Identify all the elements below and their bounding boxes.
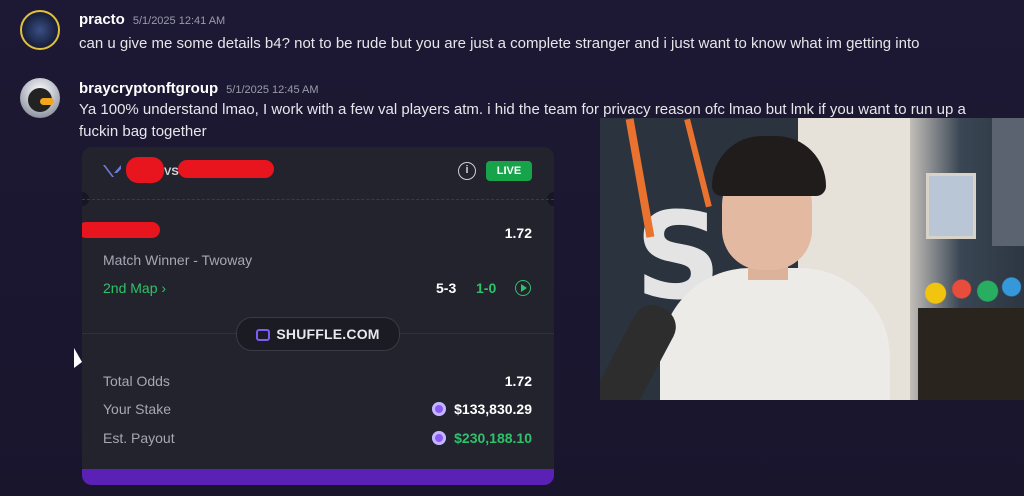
wall-picture-frame [926,173,976,239]
payout-value: $230,188.10 [432,430,532,446]
shuffle-logo-icon [256,329,271,341]
redacted-team-a [126,157,164,183]
dashed-divider [82,199,554,200]
bet-slip-image[interactable]: VS i LIVE 1.72 Match Winner - Twoway 2nd… [82,147,554,485]
bet-slip-header: VS i LIVE [82,147,554,199]
vs-label: VS [164,166,179,178]
market-name: Match Winner - Twoway [103,252,253,268]
coin-icon [432,431,447,445]
timestamp: 5/1/2025 12:45 AM [226,84,319,96]
figurine-shelf [920,268,1024,310]
coin-icon [432,402,447,416]
message-practo: practo 5/1/2025 12:41 AM can u give me so… [0,0,1024,70]
round-score: 5-3 [436,280,457,296]
username[interactable]: braycryptonftgroup 5/1/2025 12:45 AM [79,80,319,97]
brand-badge: SHUFFLE.COM [236,317,400,351]
stake-label: Your Stake [103,401,171,417]
play-stream-icon[interactable] [515,280,531,296]
total-odds-label: Total Odds [103,373,170,389]
mouse-cursor-icon [74,348,82,368]
message-text-line2: fuckin bag together [79,123,207,140]
redacted-team-b [178,160,274,178]
avatar[interactable] [20,78,60,118]
redacted-selection [82,222,160,238]
webcam-overlay: S [600,118,1024,400]
info-icon[interactable]: i [458,162,476,180]
wall-screen [992,118,1024,246]
card-footer-bar [82,469,554,485]
dresser [918,308,1024,400]
map-link[interactable]: 2nd Map › [103,280,166,296]
streamer-body [660,268,890,400]
stake-value: $133,830.29 [432,401,532,417]
avatar[interactable] [20,10,60,50]
total-odds-value: 1.72 [504,373,532,389]
timestamp: 5/1/2025 12:41 AM [132,15,226,27]
map-score: 1-0 [476,280,497,296]
duck-beak [40,98,54,105]
message-text: can u give me some details b4? not to be… [79,35,920,52]
payout-label: Est. Payout [103,430,175,446]
live-badge: LIVE [486,161,532,181]
chat-panel: practo 5/1/2025 12:41 AM can u give me so… [0,0,1024,496]
valorant-logo-icon [103,165,121,177]
selection-odds: 1.72 [504,225,532,241]
username[interactable]: practo 5/1/2025 12:41 AM [79,11,225,28]
